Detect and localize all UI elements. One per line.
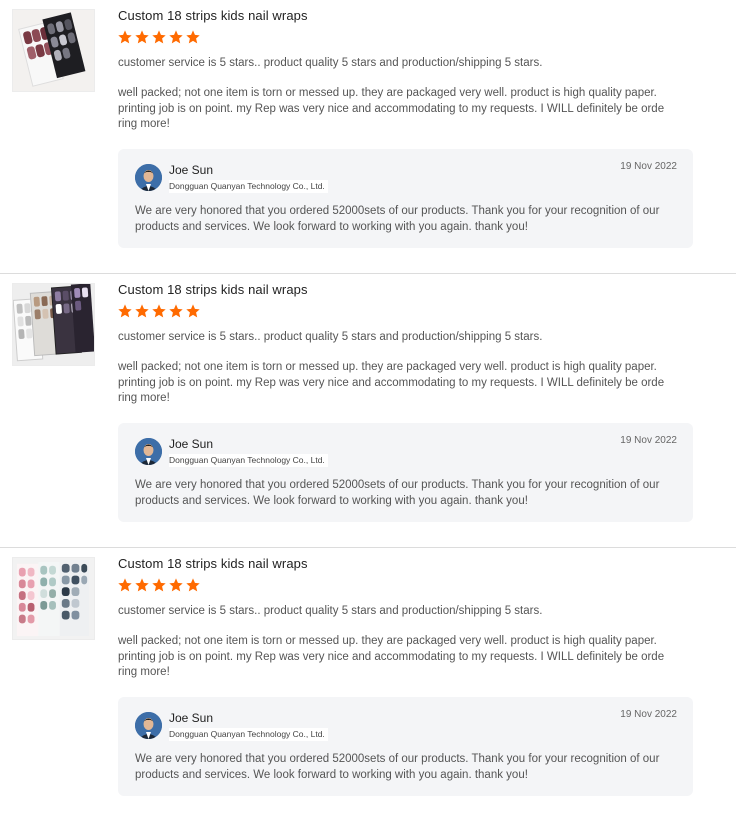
star-icon: [152, 30, 166, 44]
reply-text: We are very honored that you ordered 520…: [135, 479, 660, 507]
reply-date: 19 Nov 2022: [620, 435, 677, 446]
seller-reply: Joe Sun Dongguan Quanyan Technology Co.,…: [118, 423, 693, 522]
avatar: [135, 164, 162, 191]
review-summary: customer service is 5 stars.. product qu…: [118, 605, 543, 617]
star-rating: [117, 577, 201, 593]
review-item: Custom 18 strips kids nail wraps custome…: [0, 0, 736, 274]
star-icon: [186, 30, 200, 44]
product-title[interactable]: Custom 18 strips kids nail wraps: [118, 556, 308, 571]
review-item: Custom 18 strips kids nail wraps custome…: [0, 548, 736, 816]
star-icon: [135, 578, 149, 592]
review-item: Custom 18 strips kids nail wraps custome…: [0, 274, 736, 548]
star-icon: [186, 578, 200, 592]
star-icon: [169, 304, 183, 318]
reply-company: Dongguan Quanyan Technology Co., Ltd.: [169, 728, 328, 741]
reply-author-name: Joe Sun: [169, 437, 214, 451]
review-body: well packed; not one item is torn or mes…: [118, 87, 665, 130]
reply-text: We are very honored that you ordered 520…: [135, 205, 660, 233]
star-icon: [152, 304, 166, 318]
seller-reply: Joe Sun Dongguan Quanyan Technology Co.,…: [118, 697, 693, 796]
reply-company: Dongguan Quanyan Technology Co., Ltd.: [169, 454, 328, 467]
reply-company: Dongguan Quanyan Technology Co., Ltd.: [169, 180, 328, 193]
star-icon: [135, 304, 149, 318]
star-icon: [186, 304, 200, 318]
seller-reply: Joe Sun Dongguan Quanyan Technology Co.,…: [118, 149, 693, 248]
product-thumbnail[interactable]: [12, 557, 95, 640]
avatar: [135, 712, 162, 739]
reply-text: We are very honored that you ordered 520…: [135, 753, 660, 781]
reply-date: 19 Nov 2022: [620, 709, 677, 720]
star-icon: [152, 578, 166, 592]
star-icon: [118, 578, 132, 592]
star-icon: [169, 578, 183, 592]
reply-author-name: Joe Sun: [169, 163, 214, 177]
star-rating: [117, 29, 201, 45]
star-rating: [117, 303, 201, 319]
star-icon: [118, 30, 132, 44]
review-body: well packed; not one item is torn or mes…: [118, 361, 665, 404]
star-icon: [135, 30, 149, 44]
reply-author-name: Joe Sun: [169, 711, 214, 725]
avatar: [135, 438, 162, 465]
star-icon: [118, 304, 132, 318]
reply-date: 19 Nov 2022: [620, 161, 677, 172]
star-icon: [169, 30, 183, 44]
product-title[interactable]: Custom 18 strips kids nail wraps: [118, 282, 308, 297]
product-thumbnail[interactable]: [12, 9, 95, 92]
review-body: well packed; not one item is torn or mes…: [118, 635, 665, 678]
review-summary: customer service is 5 stars.. product qu…: [118, 57, 543, 69]
product-title[interactable]: Custom 18 strips kids nail wraps: [118, 8, 308, 23]
review-summary: customer service is 5 stars.. product qu…: [118, 331, 543, 343]
product-thumbnail[interactable]: [12, 283, 95, 366]
